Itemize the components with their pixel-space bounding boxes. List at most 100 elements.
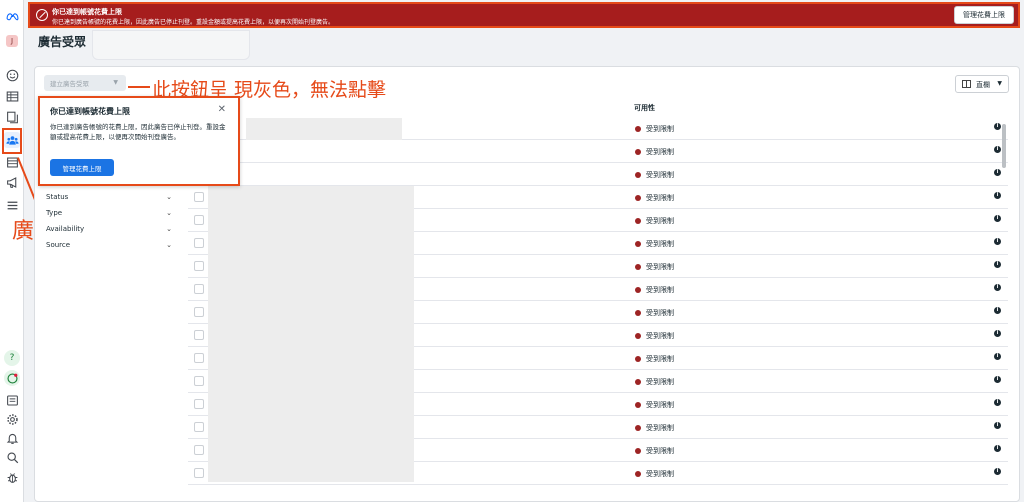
filter-status[interactable]: Status ⌄ bbox=[46, 193, 172, 205]
status-dot-icon bbox=[635, 287, 641, 293]
status-dot-icon bbox=[635, 356, 641, 362]
chevron-down-icon: ⌄ bbox=[166, 193, 172, 201]
status-dot-icon bbox=[635, 149, 641, 155]
info-icon[interactable]: i bbox=[994, 468, 1001, 475]
info-icon[interactable]: i bbox=[994, 215, 1001, 222]
pages-icon[interactable] bbox=[4, 109, 20, 125]
feedback-icon[interactable] bbox=[4, 370, 20, 386]
availability-status: 受到限制 bbox=[646, 286, 674, 294]
manage-spending-limit-button[interactable]: 管理花費上限 bbox=[954, 6, 1014, 24]
table-row[interactable]: 受到限制 i bbox=[188, 164, 1008, 186]
availability-status: 受到限制 bbox=[646, 355, 674, 363]
filter-label: Type bbox=[46, 209, 63, 217]
row-checkbox[interactable] bbox=[194, 192, 204, 202]
info-icon[interactable]: i bbox=[994, 353, 1001, 360]
row-checkbox[interactable] bbox=[194, 284, 204, 294]
page-title: 廣告受眾 bbox=[38, 35, 87, 49]
info-icon[interactable]: i bbox=[994, 169, 1001, 176]
info-icon[interactable]: i bbox=[994, 261, 1001, 268]
status-dot-icon bbox=[635, 264, 641, 270]
availability-status: 受到限制 bbox=[646, 332, 674, 340]
chevron-down-icon: ▼ bbox=[113, 79, 118, 86]
table-row[interactable]: 受到限制 i bbox=[188, 141, 1008, 163]
banner-body: 你已達到廣告帳號的花費上限，因此廣告已停止刊登。重設金額或提高花費上限，以便再次… bbox=[52, 19, 335, 26]
blocked-icon bbox=[36, 9, 48, 21]
account-avatar[interactable]: J bbox=[6, 35, 18, 47]
table-icon[interactable] bbox=[4, 88, 20, 104]
row-checkbox[interactable] bbox=[194, 261, 204, 271]
menu-icon[interactable] bbox=[4, 197, 20, 213]
row-checkbox[interactable] bbox=[194, 399, 204, 409]
status-dot-icon bbox=[635, 402, 641, 408]
row-checkbox[interactable] bbox=[194, 307, 204, 317]
close-icon[interactable]: ✕ bbox=[218, 104, 226, 115]
smiley-icon[interactable] bbox=[4, 67, 20, 83]
availability-status: 受到限制 bbox=[646, 470, 674, 478]
row-checkbox[interactable] bbox=[194, 376, 204, 386]
info-icon[interactable]: i bbox=[994, 376, 1001, 383]
availability-status: 受到限制 bbox=[646, 171, 674, 179]
availability-status: 受到限制 bbox=[646, 378, 674, 386]
row-checkbox[interactable] bbox=[194, 445, 204, 455]
info-icon[interactable]: i bbox=[994, 399, 1001, 406]
filter-availability[interactable]: Availability ⌄ bbox=[46, 225, 172, 237]
columns-button[interactable]: 直欄 ▼ bbox=[955, 75, 1009, 93]
availability-status: 受到限制 bbox=[646, 125, 674, 133]
info-icon[interactable]: i bbox=[994, 192, 1001, 199]
info-icon[interactable]: i bbox=[994, 422, 1001, 429]
filter-source[interactable]: Source ⌄ bbox=[46, 241, 172, 253]
columns-icon bbox=[962, 80, 971, 88]
spending-limit-banner: 你已達到帳號花費上限 你已達到廣告帳號的花費上限，因此廣告已停止刊登。重設金額或… bbox=[28, 2, 1020, 28]
status-dot-icon bbox=[635, 425, 641, 431]
availability-status: 受到限制 bbox=[646, 194, 674, 202]
search-icon[interactable] bbox=[4, 449, 20, 465]
filter-type[interactable]: Type ⌄ bbox=[46, 209, 172, 221]
info-icon[interactable]: i bbox=[994, 123, 1001, 130]
row-checkbox[interactable] bbox=[194, 215, 204, 225]
availability-status: 受到限制 bbox=[646, 148, 674, 156]
row-checkbox[interactable] bbox=[194, 468, 204, 478]
row-checkbox[interactable] bbox=[194, 238, 204, 248]
bell-icon[interactable] bbox=[4, 430, 20, 446]
chevron-down-icon: ⌄ bbox=[166, 209, 172, 217]
filter-label: Status bbox=[46, 193, 69, 201]
column-header-availability[interactable]: 可用性 bbox=[634, 103, 655, 113]
status-dot-icon bbox=[635, 448, 641, 454]
bug-icon[interactable] bbox=[4, 469, 20, 485]
info-icon[interactable]: i bbox=[994, 238, 1001, 245]
chevron-down-icon: ⌄ bbox=[166, 241, 172, 249]
megaphone-icon[interactable] bbox=[4, 174, 20, 190]
popover-title: 你已達到帳號花費上限 bbox=[50, 107, 130, 116]
status-dot-icon bbox=[635, 471, 641, 477]
meta-logo-icon[interactable] bbox=[4, 8, 20, 24]
info-icon[interactable]: i bbox=[994, 307, 1001, 314]
availability-status: 受到限制 bbox=[646, 424, 674, 432]
redacted-area bbox=[208, 186, 414, 482]
popover-body: 你已達到廣告帳號的花費上限，因此廣告已停止刊登。重設金額或提高花費上限，以便再次… bbox=[50, 123, 226, 141]
table-scrollbar[interactable] bbox=[1002, 124, 1006, 168]
chevron-down-icon: ⌄ bbox=[166, 225, 172, 233]
status-dot-icon bbox=[635, 126, 641, 132]
row-checkbox[interactable] bbox=[194, 330, 204, 340]
status-dot-icon bbox=[635, 310, 641, 316]
status-dot-icon bbox=[635, 218, 641, 224]
info-icon[interactable]: i bbox=[994, 330, 1001, 337]
button-annotation-line bbox=[128, 86, 150, 88]
popover-manage-limit-button[interactable]: 管理花費上限 bbox=[50, 159, 114, 176]
redacted-area bbox=[246, 118, 402, 140]
create-audience-label: 建立廣告受眾 bbox=[50, 80, 89, 88]
row-checkbox[interactable] bbox=[194, 422, 204, 432]
availability-status: 受到限制 bbox=[646, 401, 674, 409]
info-icon[interactable]: i bbox=[994, 284, 1001, 291]
header-tab[interactable] bbox=[92, 30, 250, 60]
status-dot-icon bbox=[635, 333, 641, 339]
settings-icon[interactable] bbox=[4, 411, 20, 427]
info-icon[interactable]: i bbox=[994, 445, 1001, 452]
help-icon[interactable]: ? bbox=[4, 350, 20, 366]
news-icon[interactable] bbox=[4, 392, 20, 408]
info-icon[interactable]: i bbox=[994, 146, 1001, 153]
audience-nav-highlight bbox=[2, 128, 22, 154]
availability-status: 受到限制 bbox=[646, 263, 674, 271]
spending-limit-popover: 你已達到帳號花費上限 ✕ 你已達到廣告帳號的花費上限，因此廣告已停止刊登。重設金… bbox=[38, 96, 240, 186]
row-checkbox[interactable] bbox=[194, 353, 204, 363]
